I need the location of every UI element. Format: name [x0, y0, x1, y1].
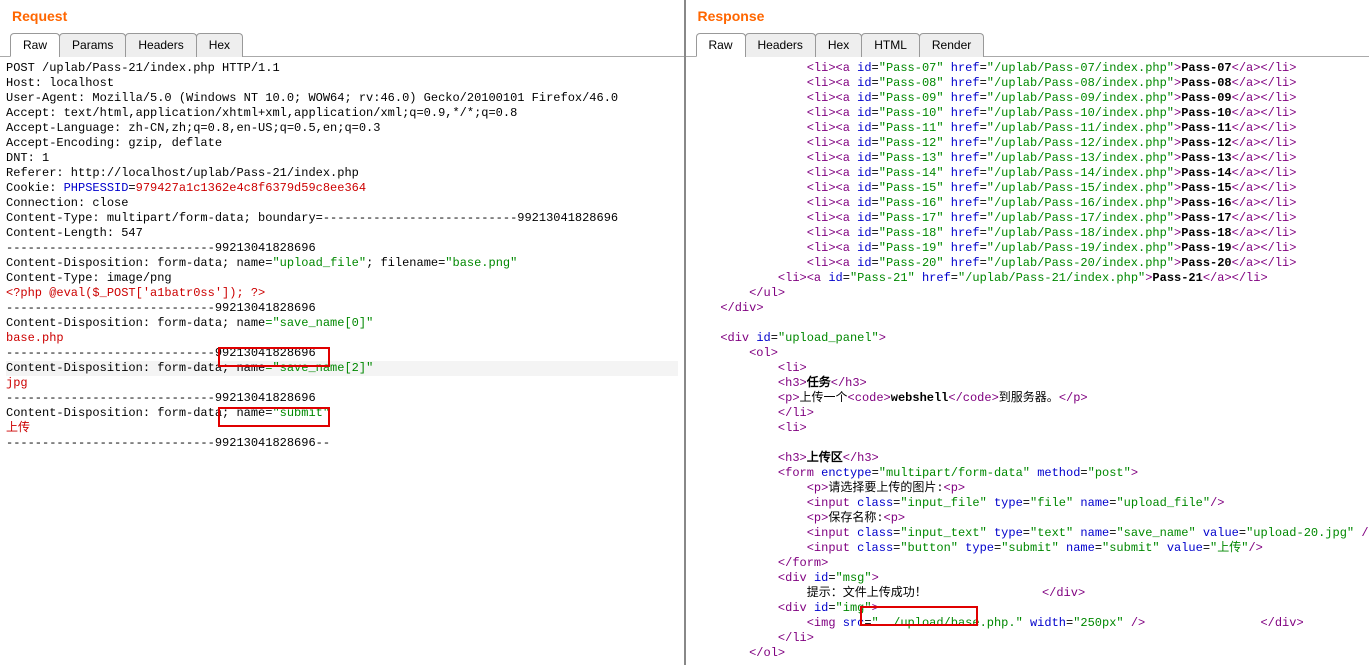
- response-title: Response: [686, 0, 1369, 30]
- response-raw-content[interactable]: <li><a id="Pass-07" href="/uplab/Pass-07…: [686, 57, 1369, 665]
- response-tabbar: Raw Headers Hex HTML Render: [686, 30, 1369, 57]
- tab-render[interactable]: Render: [919, 33, 984, 57]
- request-raw-content[interactable]: POST /uplab/Pass-21/index.php HTTP/1.1Ho…: [0, 57, 684, 665]
- request-title: Request: [0, 0, 684, 30]
- tab-html[interactable]: HTML: [861, 33, 920, 57]
- tab-raw[interactable]: Raw: [696, 33, 746, 57]
- tab-raw[interactable]: Raw: [10, 33, 60, 57]
- tab-hex[interactable]: Hex: [196, 33, 243, 57]
- request-tabbar: Raw Params Headers Hex: [0, 30, 684, 57]
- tab-hex[interactable]: Hex: [815, 33, 862, 57]
- response-panel: Response Raw Headers Hex HTML Render <li…: [686, 0, 1369, 665]
- tab-params[interactable]: Params: [59, 33, 126, 57]
- request-panel: Request Raw Params Headers Hex POST /upl…: [0, 0, 686, 665]
- tab-headers[interactable]: Headers: [125, 33, 196, 57]
- tab-headers[interactable]: Headers: [745, 33, 816, 57]
